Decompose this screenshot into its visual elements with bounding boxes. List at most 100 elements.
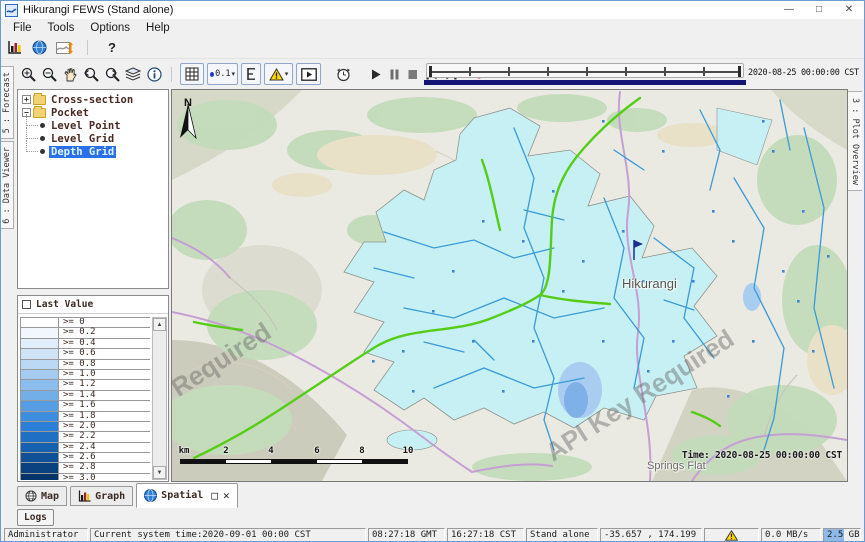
stop-button[interactable] [408,69,417,80]
scale-tick: 10 [403,446,414,456]
bullet-icon [40,149,45,154]
chevron-down-icon: ▾ [285,70,289,78]
toolbar-separator [171,67,172,82]
panel-close-button[interactable]: ✕ [223,489,230,502]
tree-node-cross-section[interactable]: + Cross-section [21,93,168,106]
tree-node-pocket[interactable]: − Pocket [21,106,168,119]
status-memory: 2.5 GB [823,528,861,542]
minimize-button[interactable]: — [774,1,804,19]
scale-bar-button[interactable] [241,63,261,85]
animation-settings-button[interactable] [332,63,354,85]
time-slider[interactable] [426,63,744,78]
warning-triangle-icon [725,530,738,541]
layers-button[interactable] [124,63,142,85]
app-icon [5,4,18,17]
tree-node-level-grid[interactable]: Level Grid [21,132,168,145]
scale-bar-icon [246,67,256,81]
legend-row-label: >= 2.0 [59,422,150,431]
tab-plot-overview[interactable]: 3 : Plot Overview [847,91,862,191]
contour-threshold-value: 0.1 [215,69,230,79]
zoom-next-button[interactable] [103,63,121,85]
database-viewer-icon[interactable] [7,40,23,55]
close-button[interactable]: ✕ [834,1,864,19]
scale-bar-segments [180,459,408,464]
tab-graph[interactable]: Graph [70,486,133,506]
info-icon [147,67,162,82]
legend-color-swatch [21,391,59,400]
menu-options[interactable]: Options [82,19,138,37]
wireframe-globe-icon [25,490,37,502]
tab-map[interactable]: Map [17,486,67,506]
scale-tick: 2 [223,446,228,456]
scale-tick: 8 [359,446,364,456]
tree-node-depth-grid[interactable]: Depth Grid [21,145,168,158]
legend-color-swatch [21,318,59,327]
timeline-datetime: 2020-08-25 00:00:00 CST [748,68,864,78]
pan-button[interactable] [61,63,79,85]
bullet-icon [40,136,45,141]
spatial-display-icon[interactable] [32,40,47,55]
legend-color-swatch [21,328,59,337]
scroll-down-icon[interactable]: ▼ [153,466,166,479]
logs-button[interactable]: Logs [17,509,54,526]
legend-color-swatch [21,412,59,421]
contour-threshold-dropdown[interactable]: 0.1 ▾ [207,63,238,85]
tab-spatial[interactable]: Spatial □ ✕ [136,483,237,508]
blue-globe-icon [144,489,157,502]
legend-row-label: >= 1.0 [59,370,150,379]
animation-window-button[interactable] [296,63,321,85]
zoom-previous-button[interactable] [82,63,100,85]
status-warning-cell[interactable] [704,528,759,542]
warnings-dropdown[interactable]: ▾ [264,63,293,85]
tree-node-level-point[interactable]: Level Point [21,119,168,132]
legend-row-label: >= 2.4 [59,443,150,452]
time-slider-end-handle[interactable] [738,66,741,77]
legend-row-label: >= 1.8 [59,412,150,421]
panel-maximize-button[interactable]: □ [211,489,218,502]
menu-help[interactable]: Help [138,19,178,37]
scroll-up-icon[interactable]: ▲ [153,318,166,331]
legend-color-swatch [21,401,59,410]
timeline-period-bar [424,80,746,85]
status-mode: Stand alone [526,528,598,542]
contour-dot-icon [210,72,214,77]
help-button[interactable]: ? [108,40,116,55]
zoom-in-button[interactable] [19,63,37,85]
legend-row-label: >= 0.2 [59,328,150,337]
status-bar: Administrator Current system time:2020-0… [1,528,864,542]
profile-display-icon[interactable] [56,41,73,55]
left-tab-strip: 5 : Forecast 6 : Data Viewer [1,63,15,482]
window-controls: — □ ✕ [774,1,864,19]
pause-button[interactable] [390,69,399,80]
play-button[interactable] [371,69,381,80]
menu-file[interactable]: File [5,19,40,37]
expand-icon[interactable]: + [22,95,31,104]
data-viewer-panel: + Cross-section − Pocket Level Point Lev… [15,89,171,482]
tab-data-viewer[interactable]: 6 : Data Viewer [1,141,14,229]
last-value-checkbox[interactable] [22,300,31,309]
legend-row-label: >= 0 [59,318,150,327]
window-title: Hikurangi FEWS (Stand alone) [23,4,173,16]
legend-scrollbar[interactable]: ▲ ▼ [152,317,167,480]
grid-display-button[interactable] [180,63,204,85]
zoom-next-icon [104,67,120,82]
legend-color-swatch [21,453,59,462]
info-button[interactable] [145,63,163,85]
legend-color-swatch [21,370,59,379]
time-slider-start-handle[interactable] [429,66,432,77]
legend-table: >= 0 >= 0.2 >= 0.4 >= 0.6 [20,317,150,480]
maximize-button[interactable]: □ [804,1,834,19]
spatial-map-panel: API Key Required API Key Required N km 2… [171,89,848,482]
menu-tools[interactable]: Tools [40,19,83,37]
scale-tick: 4 [268,446,273,456]
zoom-out-button[interactable] [40,63,58,85]
map-viewport[interactable]: API Key Required API Key Required N km 2… [172,90,847,481]
scale-tick: 6 [314,446,319,456]
tab-forecast[interactable]: 5 : Forecast [1,66,14,139]
town-label: Hikurangi [622,276,677,291]
legend-color-swatch [21,432,59,441]
logs-row: Logs [1,508,864,528]
basemap [172,90,847,481]
last-value-label: Last Value [36,299,93,310]
area-label: Springs Flat [647,460,706,472]
